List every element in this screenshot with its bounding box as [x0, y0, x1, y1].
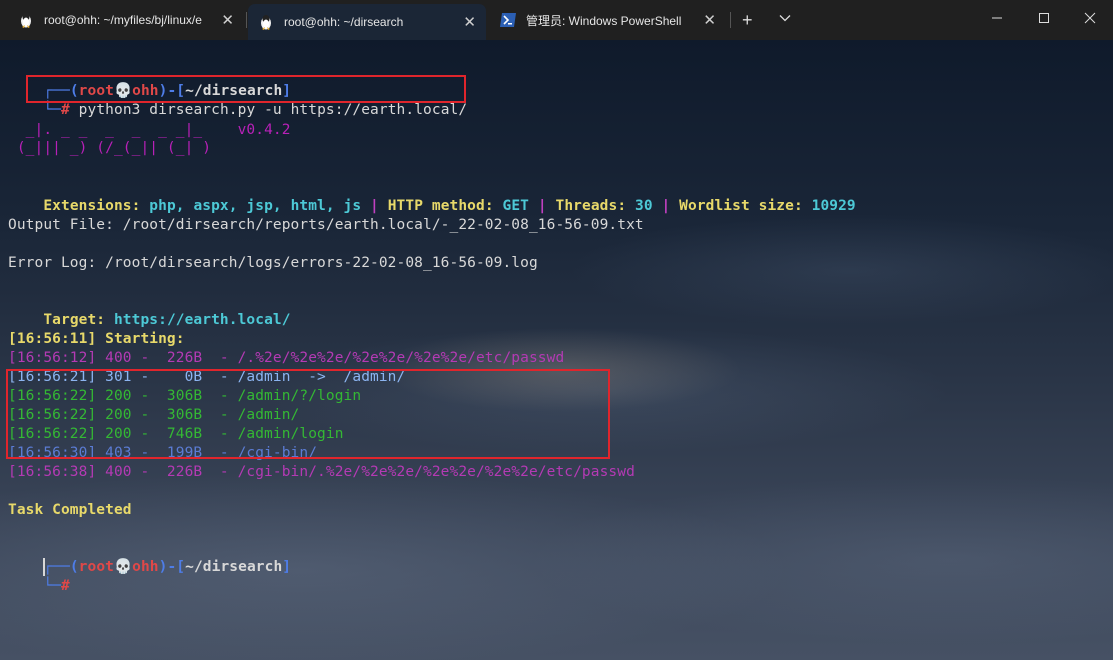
- result-row: [16:56:38] 400 - 226B - /cgi-bin/.%2e/%2…: [8, 464, 635, 480]
- prompt-user: root: [78, 559, 114, 575]
- terminal-pane[interactable]: ┌──(root💀ohh)-[~/dirsearch] └─# python3 …: [0, 40, 1113, 660]
- skull-icon: 💀: [113, 559, 133, 575]
- error-log-line: Error Log: /root/dirsearch/logs/errors-2…: [8, 255, 538, 271]
- tab-label: root@ohh: ~/dirsearch: [284, 15, 404, 29]
- close-icon[interactable]: ✕: [463, 13, 476, 31]
- task-completed-line: Task Completed: [8, 502, 132, 518]
- starting-line: [16:56:11] Starting:: [8, 331, 185, 347]
- minimize-button[interactable]: [974, 0, 1020, 36]
- close-window-button[interactable]: [1067, 0, 1113, 36]
- tab-bar: root@ohh: ~/myfiles/bj/linux/e ✕ root@oh…: [0, 0, 1113, 40]
- tab-linux-1[interactable]: root@ohh: ~/myfiles/bj/linux/e ✕: [8, 6, 244, 34]
- new-tab-button[interactable]: +: [742, 10, 753, 31]
- banner-line-2: (_||| _) (/_(_|| (_| ): [8, 140, 212, 156]
- powershell-icon: [500, 12, 516, 28]
- tab-powershell[interactable]: 管理员: Windows PowerShell ✕: [490, 6, 726, 34]
- maximize-button[interactable]: [1021, 0, 1067, 36]
- tab-label: root@ohh: ~/myfiles/bj/linux/e: [44, 13, 202, 27]
- version-label: v0.4.2: [237, 122, 291, 138]
- tab-linux-2[interactable]: root@ohh: ~/dirsearch ✕: [248, 4, 486, 40]
- result-row: [16:56:12] 400 - 226B - /.%2e/%2e%2e/%2e…: [8, 350, 565, 366]
- text-cursor: [43, 558, 45, 576]
- output-file-line: Output File: /root/dirsearch/reports/ear…: [8, 217, 644, 233]
- input-line[interactable]: └─#: [8, 558, 70, 615]
- banner-line-1: _|. _ _ _ _ _ _|_ v0.4.2: [8, 122, 291, 138]
- command-text: python3 dirsearch.py -u https://earth.lo…: [69, 102, 468, 118]
- results-highlight-box: [6, 369, 610, 459]
- tab-label: 管理员: Windows PowerShell: [526, 13, 682, 28]
- chevron-down-icon[interactable]: [778, 11, 792, 28]
- prompt-dir: ~/dirsearch: [185, 559, 283, 575]
- linux-penguin-icon: [18, 12, 34, 28]
- close-icon[interactable]: ✕: [703, 11, 716, 29]
- command-highlight-box: [26, 75, 466, 103]
- prompt-host: ohh: [132, 559, 159, 575]
- linux-penguin-icon: [258, 14, 274, 30]
- close-icon[interactable]: ✕: [221, 11, 234, 29]
